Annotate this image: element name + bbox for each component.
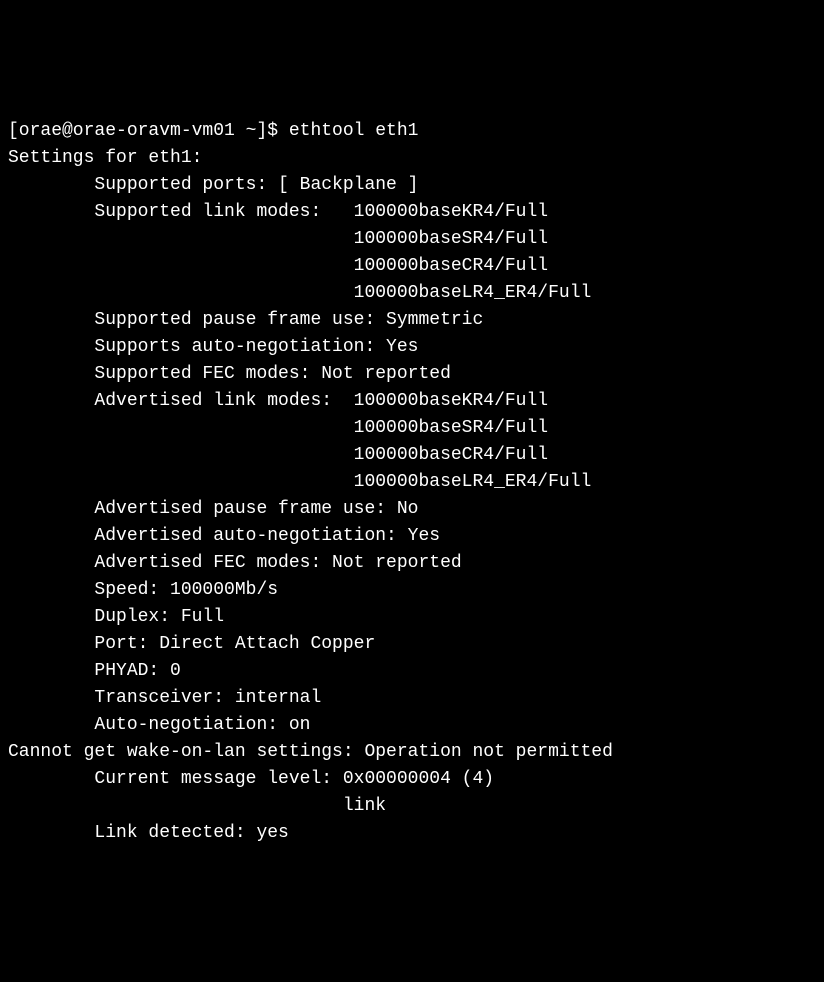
terminal-output-line: Port: Direct Attach Copper — [8, 631, 816, 658]
terminal-prompt-line: [orae@orae-oravm-vm01 ~]$ ethtool eth1 — [8, 118, 816, 145]
terminal-output-line: Duplex: Full — [8, 604, 816, 631]
terminal-output-line: Speed: 100000Mb/s — [8, 577, 816, 604]
terminal-output-line: Current message level: 0x00000004 (4) — [8, 766, 816, 793]
terminal-output-line: Advertised pause frame use: No — [8, 496, 816, 523]
terminal-output-line: Supported ports: [ Backplane ] — [8, 172, 816, 199]
terminal-output-line: 100000baseLR4_ER4/Full — [8, 280, 816, 307]
terminal-output-line: Cannot get wake-on-lan settings: Operati… — [8, 739, 816, 766]
terminal-output-line: Supported FEC modes: Not reported — [8, 361, 816, 388]
terminal-output-line: Link detected: yes — [8, 820, 816, 847]
terminal-output-line: Advertised auto-negotiation: Yes — [8, 523, 816, 550]
terminal-output-line: Advertised link modes: 100000baseKR4/Ful… — [8, 388, 816, 415]
terminal-output-line: 100000baseCR4/Full — [8, 442, 816, 469]
terminal-output-line: Supported pause frame use: Symmetric — [8, 307, 816, 334]
terminal-output-line: Supported link modes: 100000baseKR4/Full — [8, 199, 816, 226]
terminal-output-line: 100000baseSR4/Full — [8, 226, 816, 253]
terminal-output-line: Transceiver: internal — [8, 685, 816, 712]
terminal-output-header: Settings for eth1: — [8, 145, 816, 172]
terminal-output-line: Advertised FEC modes: Not reported — [8, 550, 816, 577]
terminal-output-line: Supports auto-negotiation: Yes — [8, 334, 816, 361]
terminal-output-line: 100000baseCR4/Full — [8, 253, 816, 280]
terminal-output-line: PHYAD: 0 — [8, 658, 816, 685]
terminal-output-line: 100000baseLR4_ER4/Full — [8, 469, 816, 496]
terminal-output-line: Auto-negotiation: on — [8, 712, 816, 739]
terminal-output-line: link — [8, 793, 816, 820]
terminal-output-line: 100000baseSR4/Full — [8, 415, 816, 442]
